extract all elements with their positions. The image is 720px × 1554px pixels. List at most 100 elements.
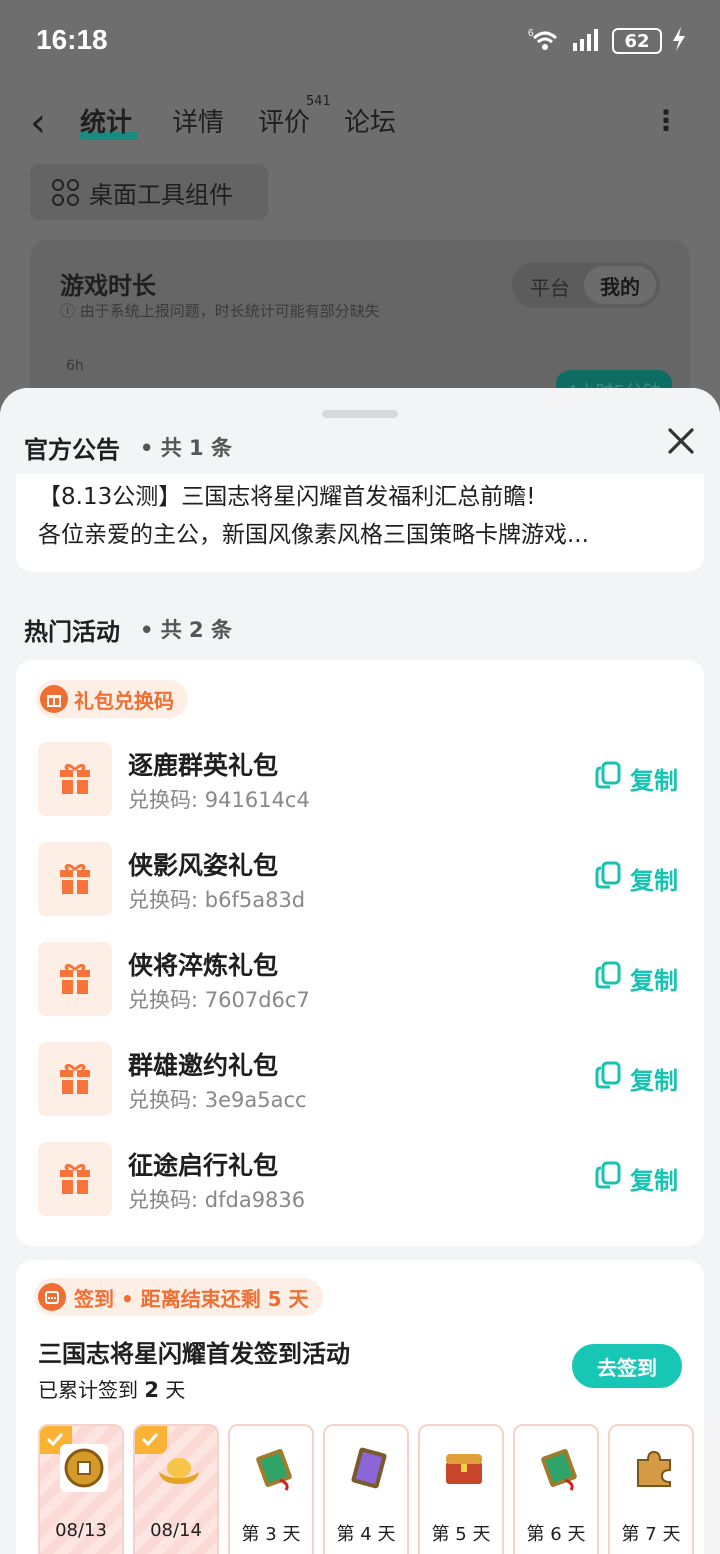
signin-tag: 签到 • 距离结束还剩 5 天 (34, 1278, 323, 1316)
signin-day-label: 第 5 天 (431, 1524, 491, 1545)
copy-icon (594, 860, 622, 896)
signin-day: 第 3 天 (228, 1424, 314, 1554)
gift-code: 兑换码: 3e9a5acc (128, 1088, 307, 1112)
signin-day-label: 08/13 (55, 1520, 107, 1541)
battery-indicator: 62 (612, 28, 662, 54)
signin-day: 第 6 天 (513, 1424, 599, 1554)
calendar-icon (38, 1283, 66, 1311)
drag-handle[interactable] (322, 410, 398, 418)
hot-activities-title: 热门活动 (24, 618, 120, 646)
widget-grid-icon (52, 178, 79, 206)
y-axis-tick: 6h (66, 358, 84, 374)
gift-row: 侠影风姿礼包兑换码: b6f5a83d 复制 (38, 842, 688, 918)
back-icon[interactable]: ‹ (30, 100, 46, 146)
tab-details[interactable]: 详情 (172, 102, 224, 139)
signin-day-label: 第 7 天 (621, 1524, 681, 1545)
gift-icon (38, 1142, 112, 1216)
toggle-platform[interactable]: 平台 (530, 272, 570, 301)
copy-icon (594, 1060, 622, 1096)
gift-icon (38, 742, 112, 816)
clock: 16:18 (36, 24, 108, 55)
gift-name: 征途启行礼包 (128, 1151, 279, 1180)
copy-button[interactable]: 复制 (594, 860, 678, 896)
copy-button[interactable]: 复制 (594, 760, 678, 796)
sheet-header: 官方公告 • 共 1 条 (0, 388, 720, 474)
gift-row: 逐鹿群英礼包兑换码: 941614c4 复制 (38, 742, 688, 818)
toggle-mine[interactable]: 我的 (584, 266, 656, 304)
signin-title: 三国志将星闪耀首发签到活动 (38, 1340, 350, 1368)
signin-tag-label: 签到 • 距离结束还剩 5 天 (74, 1286, 309, 1311)
gift-name: 侠影风姿礼包 (128, 851, 279, 880)
announcement-count: • 共 1 条 (140, 436, 232, 460)
desktop-widget-label: 桌面工具组件 (89, 180, 233, 209)
play-time-title: 游戏时长 (60, 272, 156, 300)
gift-row: 征途启行礼包兑换码: dfda9836 复制 (38, 1142, 688, 1218)
gift-code: 兑换码: b6f5a83d (128, 888, 306, 912)
signin-day-label: 08/14 (150, 1520, 202, 1541)
hot-activities-count: • 共 2 条 (140, 618, 232, 642)
announcement-line-2: 各位亲爱的主公，新国风像素风格三国策略卡牌游戏... (38, 522, 589, 548)
coin-icon (60, 1444, 108, 1492)
treasure-chest-icon (440, 1444, 488, 1492)
signin-day-label: 第 4 天 (336, 1524, 396, 1545)
signin-day: 第 7 天 (608, 1424, 694, 1554)
activity-sheet: 【8.13公测】三国志将星闪耀首发福利汇总前瞻! 各位亲爱的主公，新国风像素风格… (0, 388, 720, 1554)
copy-icon (594, 960, 622, 996)
desktop-widget-button[interactable]: 桌面工具组件 (30, 164, 268, 220)
tab-stats[interactable]: 统计 (80, 102, 132, 139)
gift-icon (38, 1042, 112, 1116)
gift-name: 群雄邀约礼包 (128, 1051, 279, 1080)
gift-code: 兑换码: 7607d6c7 (128, 988, 310, 1012)
status-icons: 6 62 (528, 26, 686, 56)
review-count: 541 (306, 94, 331, 109)
signin-days: 08/13 08/14 第 3 天 第 4 天 第 5 天 第 6 天 第 7 天 (38, 1424, 698, 1554)
gift-icon (38, 942, 112, 1016)
signin-day: 08/13 (38, 1424, 124, 1554)
signin-progress: 已累计签到 2 天 (38, 1378, 186, 1402)
gift-row: 群雄邀约礼包兑换码: 3e9a5acc 复制 (38, 1042, 688, 1118)
tab-reviews[interactable]: 评价 (258, 102, 310, 139)
announcement-card[interactable]: 【8.13公测】三国志将星闪耀首发福利汇总前瞻! 各位亲爱的主公，新国风像素风格… (16, 466, 704, 572)
announcement-title: 官方公告 (24, 436, 120, 464)
copy-icon (594, 1160, 622, 1196)
gift-row: 侠将淬炼礼包兑换码: 7607d6c7 复制 (38, 942, 688, 1018)
signin-day: 第 5 天 (418, 1424, 504, 1554)
top-nav: ‹ 统计 详情 评价 541 论坛 ⋮ (0, 92, 720, 152)
gift-icon (38, 842, 112, 916)
gift-code-tag: 礼包兑换码 (36, 680, 188, 718)
gift-name: 逐鹿群英礼包 (128, 751, 279, 780)
charging-icon (672, 27, 686, 55)
platform-toggle[interactable]: 平台 我的 (512, 262, 660, 308)
copy-button[interactable]: 复制 (594, 1160, 678, 1196)
announcement-line-1: 【8.13公测】三国志将星闪耀首发福利汇总前瞻! (38, 484, 536, 510)
puzzle-piece-icon (630, 1444, 678, 1492)
signal-icon (572, 27, 602, 55)
close-icon[interactable] (666, 426, 696, 456)
signin-button[interactable]: 去签到 (572, 1344, 682, 1388)
jade-scroll-icon (250, 1444, 298, 1492)
jade-scroll-icon (535, 1444, 583, 1492)
copy-button[interactable]: 复制 (594, 960, 678, 996)
signin-day: 08/14 (133, 1424, 219, 1554)
more-icon[interactable]: ⋮ (652, 104, 680, 137)
svg-text:6: 6 (528, 28, 534, 39)
gift-code-card: 礼包兑换码 逐鹿群英礼包 兑换码: 941614c4 复制 侠影风姿礼包 兑换码: b6… (16, 660, 704, 1246)
gift-code: 兑换码: dfda9836 (128, 1188, 306, 1212)
gold-ingot-icon (155, 1444, 203, 1492)
tab-forum[interactable]: 论坛 (344, 102, 396, 139)
gift-code: 兑换码: 941614c4 (128, 788, 310, 812)
gift-name: 侠将淬炼礼包 (128, 951, 279, 980)
wifi-icon: 6 (528, 26, 562, 56)
copy-button[interactable]: 复制 (594, 1060, 678, 1096)
gift-tag-label: 礼包兑换码 (74, 688, 174, 713)
play-time-note: ⓘ 由于系统上报问题，时长统计可能有部分缺失 (60, 302, 380, 320)
purple-book-icon (345, 1444, 393, 1492)
status-bar: 16:18 6 62 (0, 0, 720, 84)
copy-icon (594, 760, 622, 796)
signin-day-label: 第 3 天 (241, 1524, 301, 1545)
signin-day-label: 第 6 天 (526, 1524, 586, 1545)
signin-card: 签到 • 距离结束还剩 5 天 三国志将星闪耀首发签到活动 已累计签到 2 天 … (16, 1260, 704, 1554)
signin-day: 第 4 天 (323, 1424, 409, 1554)
hot-activities-header: 热门活动 • 共 2 条 (24, 612, 232, 647)
gift-tag-icon (40, 685, 68, 713)
